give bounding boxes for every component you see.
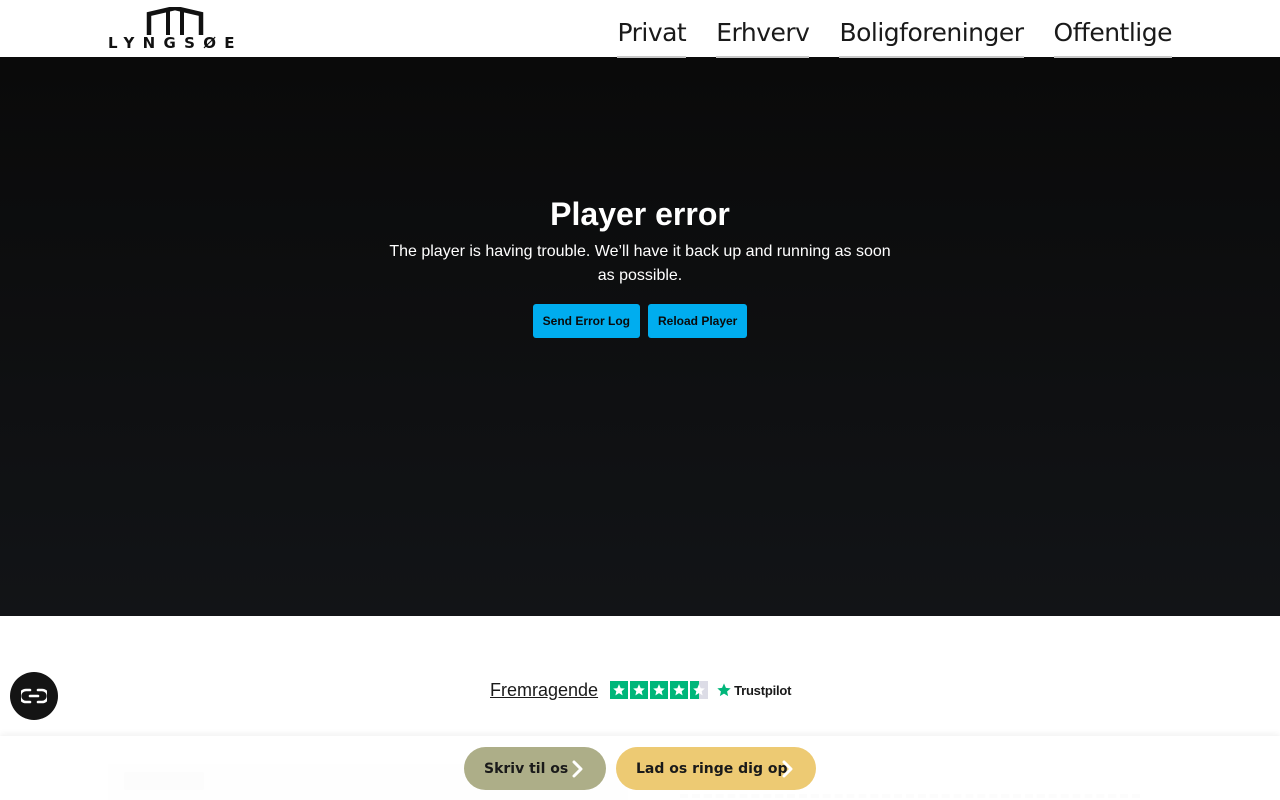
star-icon <box>630 681 649 699</box>
reload-player-button[interactable]: Reload Player <box>647 304 748 338</box>
trustpilot-widget[interactable]: Fremragende Trustpilot <box>490 679 791 701</box>
star-icon <box>670 681 689 699</box>
video-player[interactable]: Player error The player is having troubl… <box>0 57 1280 616</box>
player-error-description: The player is having trouble. We’ll have… <box>389 243 891 284</box>
chevron-right-icon <box>572 760 583 778</box>
player-error-message: Player error The player is having troubl… <box>380 194 900 338</box>
main-nav: Privat Erhverv Boligforeninger Offentlig… <box>617 0 1173 58</box>
nav-item-offentlige[interactable]: Offentlige <box>1053 0 1173 58</box>
accessibility-icon <box>21 688 47 704</box>
player-error-title: Player error <box>550 196 730 232</box>
nav-item-erhverv[interactable]: Erhverv <box>716 0 810 58</box>
nav-item-privat[interactable]: Privat <box>617 0 687 58</box>
write-to-us-label: Skriv til os <box>484 760 569 777</box>
send-error-log-button[interactable]: Send Error Log <box>532 304 640 338</box>
logo-wordmark: LYNGSØE <box>108 34 243 52</box>
trustpilot-star-icon <box>717 683 731 697</box>
trustpilot-logo: Trustpilot <box>716 682 791 698</box>
trustpilot-stars <box>610 681 709 699</box>
logo-house-icon <box>146 7 204 35</box>
nav-item-boligforeninger[interactable]: Boligforeninger <box>839 0 1024 58</box>
player-error-actions: Send Error Log Reload Player <box>380 304 900 338</box>
half-star-icon <box>690 681 709 699</box>
star-icon <box>610 681 629 699</box>
site-header: LYNGSØE Privat Erhverv Boligforeninger O… <box>0 0 1280 58</box>
write-to-us-button[interactable]: Skriv til os <box>464 747 606 790</box>
trustpilot-brand-text: Trustpilot <box>734 682 792 698</box>
trustpilot-rating-label[interactable]: Fremragende <box>490 680 598 701</box>
sticky-cta-bar: Skriv til os Lad os ringe dig op <box>0 736 1280 800</box>
call-me-back-button[interactable]: Lad os ringe dig op <box>616 747 816 790</box>
chevron-right-icon <box>782 760 793 778</box>
star-icon <box>650 681 669 699</box>
accessibility-button[interactable] <box>10 672 58 720</box>
call-me-back-label: Lad os ringe dig op <box>636 760 788 777</box>
logo-link[interactable]: LYNGSØE <box>108 7 244 51</box>
